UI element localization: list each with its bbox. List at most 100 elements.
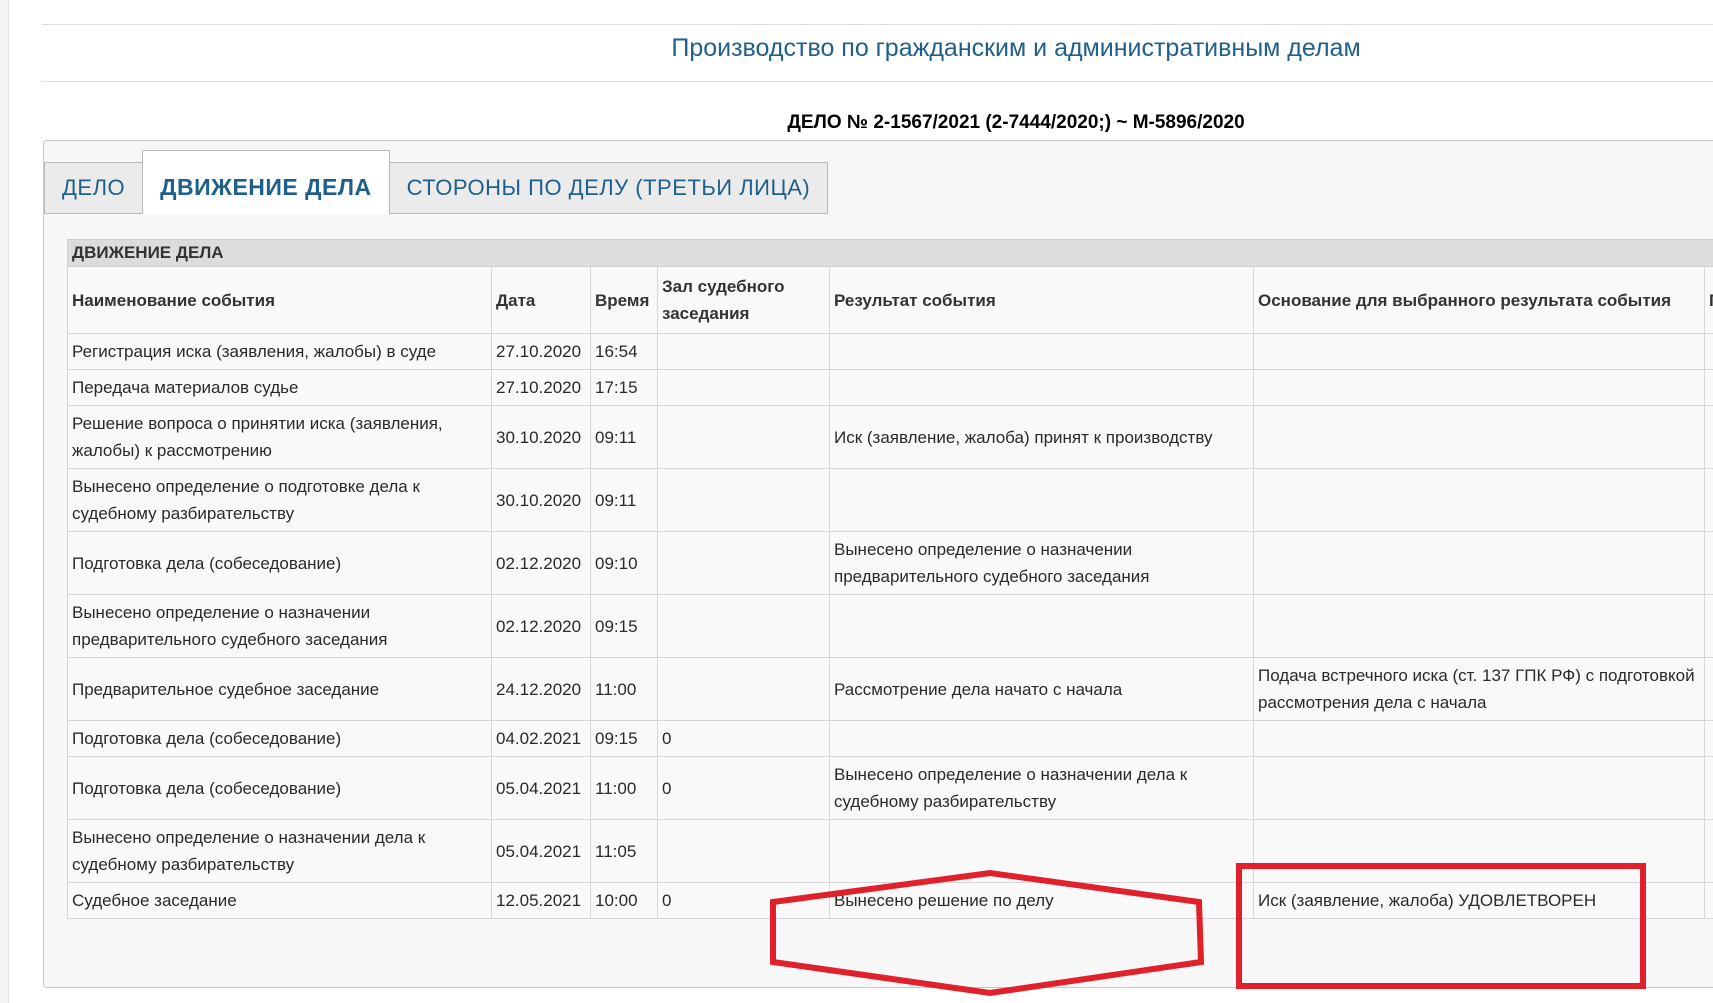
cell-result — [829, 819, 1254, 883]
cell-event: Подготовка дела (собеседование) — [67, 531, 492, 595]
cell-basis — [1253, 819, 1705, 883]
cell-time: 09:11 — [590, 405, 658, 469]
table-row: Вынесено определение о назначении предва… — [67, 594, 1713, 658]
left-gutter — [0, 0, 9, 1003]
cell-basis: Подача встречного иска (ст. 137 ГПК РФ) … — [1253, 657, 1705, 721]
cell-room — [657, 405, 830, 469]
col-header-event: Наименование события — [67, 266, 492, 334]
col-header-date: Дата — [491, 266, 591, 334]
cell-result: Вынесено определение о назначении дела к… — [829, 756, 1254, 820]
cell-time: 09:11 — [590, 468, 658, 532]
cell-result: Вынесено определение о назначении предва… — [829, 531, 1254, 595]
cell-time: 09:10 — [590, 531, 658, 595]
cell-event: Вынесено определение о назначении дела к… — [67, 819, 492, 883]
tab-bar: ДЕЛО ДВИЖЕНИЕ ДЕЛА СТОРОНЫ ПО ДЕЛУ (ТРЕТ… — [44, 150, 829, 214]
cell-date: 02.12.2020 — [491, 531, 591, 595]
cell-extra — [1703, 405, 1713, 469]
cell-time: 11:00 — [590, 756, 658, 820]
top-divider — [42, 24, 1713, 25]
table-row: Судебное заседание 12.05.2021 10:00 0 Вынесе… — [67, 882, 1713, 919]
cell-basis — [1253, 594, 1705, 658]
cell-basis: Иск (заявление, жалоба) УДОВЛЕТВОРЕН — [1253, 882, 1705, 919]
tab-case[interactable]: ДЕЛО — [44, 162, 144, 214]
cell-room — [657, 468, 830, 532]
cell-time: 17:15 — [590, 369, 658, 406]
cell-room — [657, 819, 830, 883]
cell-room — [657, 333, 830, 370]
cell-extra — [1703, 468, 1713, 532]
cell-event: Решение вопроса о принятии иска (заявлен… — [67, 405, 492, 469]
cell-result — [829, 594, 1254, 658]
table-row: Регистрация иска (заявления, жалобы) в с… — [67, 333, 1713, 370]
cell-room: 0 — [657, 756, 830, 820]
cell-time: 16:54 — [590, 333, 658, 370]
cell-result — [829, 468, 1254, 532]
table-row: Вынесено определение о подготовке дела к… — [67, 468, 1713, 532]
col-header-time: Время — [590, 266, 658, 334]
cell-date: 05.04.2021 — [491, 819, 591, 883]
cell-date: 02.12.2020 — [491, 594, 591, 658]
cell-event: Подготовка дела (собеседование) — [67, 756, 492, 820]
cell-result — [829, 720, 1254, 757]
cell-time: 09:15 — [590, 720, 658, 757]
table-header-row: Наименование события Дата Время Зал суде… — [67, 266, 1713, 334]
page-title: Производство по гражданским и администра… — [671, 34, 1361, 62]
cell-time: 11:00 — [590, 657, 658, 721]
table-row: Предварительное судебное заседание 24.12.… — [67, 657, 1713, 721]
cell-event: Судебное заседание — [67, 882, 492, 919]
cell-date: 04.02.2021 — [491, 720, 591, 757]
case-movement-table-wrapper: ДВИЖЕНИЕ ДЕЛА Наименование события Дата … — [67, 239, 1713, 963]
table-row: Передача материалов судье 27.10.2020 17:15 — [67, 369, 1713, 406]
cell-time: 10:00 — [590, 882, 658, 919]
cell-result: Иск (заявление, жалоба) принят к произво… — [829, 405, 1254, 469]
table-caption: ДВИЖЕНИЕ ДЕЛА — [67, 239, 1713, 267]
cell-room — [657, 531, 830, 595]
table-row: Подготовка дела (собеседование) 02.12.202… — [67, 531, 1713, 595]
cell-room: 0 — [657, 720, 830, 757]
case-movement-table: ДВИЖЕНИЕ ДЕЛА Наименование события Дата … — [67, 239, 1713, 919]
cell-extra — [1703, 594, 1713, 658]
cell-room — [657, 657, 830, 721]
cell-date: 27.10.2020 — [491, 333, 591, 370]
cell-room — [657, 369, 830, 406]
cell-extra — [1703, 720, 1713, 757]
cell-basis — [1253, 333, 1705, 370]
col-header-extra: П — [1703, 266, 1713, 334]
cell-extra — [1703, 369, 1713, 406]
tab-case-movement[interactable]: ДВИЖЕНИЕ ДЕЛА — [142, 150, 390, 214]
cell-extra — [1703, 531, 1713, 595]
cell-basis — [1253, 369, 1705, 406]
header-divider — [42, 81, 1713, 82]
cell-event: Предварительное судебное заседание — [67, 657, 492, 721]
cell-date: 27.10.2020 — [491, 369, 591, 406]
cell-event: Регистрация иска (заявления, жалобы) в с… — [67, 333, 492, 370]
cell-event: Вынесено определение о назначении предва… — [67, 594, 492, 658]
cell-room: 0 — [657, 882, 830, 919]
cell-extra — [1703, 756, 1713, 820]
tab-parties[interactable]: СТОРОНЫ ПО ДЕЛУ (ТРЕТЬИ ЛИЦА) — [388, 162, 829, 214]
cell-event: Вынесено определение о подготовке дела к… — [67, 468, 492, 532]
col-header-basis: Основание для выбранного результата собы… — [1253, 266, 1705, 334]
table-row: Решение вопроса о принятии иска (заявлен… — [67, 405, 1713, 469]
cell-date: 24.12.2020 — [491, 657, 591, 721]
table-body: Регистрация иска (заявления, жалобы) в с… — [67, 333, 1713, 919]
cell-result: Рассмотрение дела начато с начала — [829, 657, 1254, 721]
cell-date: 30.10.2020 — [491, 405, 591, 469]
cell-room — [657, 594, 830, 658]
cell-extra — [1703, 657, 1713, 721]
cell-basis — [1253, 756, 1705, 820]
cell-date: 12.05.2021 — [491, 882, 591, 919]
cell-date: 05.04.2021 — [491, 756, 591, 820]
table-row: Вынесено определение о назначении дела к… — [67, 819, 1713, 883]
cell-basis — [1253, 720, 1705, 757]
table-row: Подготовка дела (собеседование) 04.02.202… — [67, 720, 1713, 757]
cell-basis — [1253, 405, 1705, 469]
col-header-room: Зал судебного заседания — [657, 266, 830, 334]
cell-basis — [1253, 468, 1705, 532]
cell-date: 30.10.2020 — [491, 468, 591, 532]
cell-extra — [1703, 882, 1713, 919]
cell-result — [829, 369, 1254, 406]
cell-result — [829, 333, 1254, 370]
cell-time: 11:05 — [590, 819, 658, 883]
table-row: Подготовка дела (собеседование) 05.04.202… — [67, 756, 1713, 820]
